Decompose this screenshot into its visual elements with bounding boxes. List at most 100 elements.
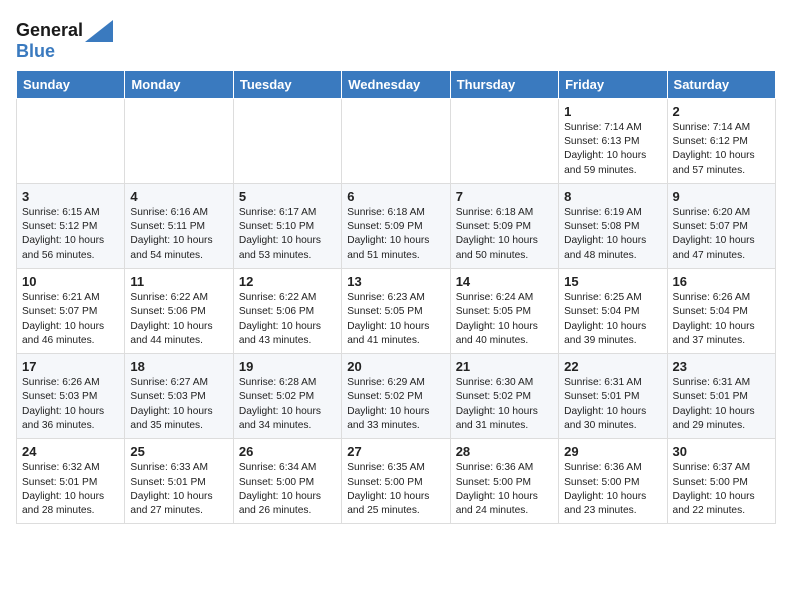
day-number: 7	[456, 189, 553, 204]
day-number: 1	[564, 104, 661, 119]
cell-content: Sunrise: 6:32 AM Sunset: 5:01 PM Dayligh…	[22, 461, 119, 518]
calendar-cell: 21Sunrise: 6:30 AM Sunset: 5:02 PM Dayli…	[450, 354, 558, 439]
cell-content: Sunrise: 6:33 AM Sunset: 5:01 PM Dayligh…	[130, 461, 227, 518]
cell-content: Sunrise: 7:14 AM Sunset: 6:13 PM Dayligh…	[564, 121, 661, 178]
day-number: 15	[564, 274, 661, 289]
cell-content: Sunrise: 6:36 AM Sunset: 5:00 PM Dayligh…	[456, 461, 553, 518]
cell-content: Sunrise: 6:27 AM Sunset: 5:03 PM Dayligh…	[130, 376, 227, 433]
calendar-cell: 16 Sunrise: 6:26 AM Sunset: 5:04 PM Dayli…	[667, 269, 775, 354]
calendar-cell: 22 Sunrise: 6:31 AM Sunset: 5:01 PM Dayli…	[559, 354, 667, 439]
cell-content: Sunrise: 6:15 AM Sunset: 5:12 PM Dayligh…	[22, 206, 119, 263]
calendar-cell: 10 Sunrise: 6:21 AM Sunset: 5:07 PM Dayli…	[17, 269, 125, 354]
calendar-week-4: 24 Sunrise: 6:32 AM Sunset: 5:01 PM Dayli…	[17, 439, 776, 524]
calendar-week-0: 1 Sunrise: 7:14 AM Sunset: 6:13 PM Daylig…	[17, 98, 776, 183]
day-number: 3	[22, 189, 119, 204]
cell-content: Sunrise: 6:30 AM Sunset: 5:02 PM Dayligh…	[456, 376, 553, 433]
calendar-cell: 26 Sunrise: 6:34 AM Sunset: 5:00 PM Dayli…	[233, 439, 341, 524]
calendar-cell: 5Sunrise: 6:17 AM Sunset: 5:10 PM Daylig…	[233, 183, 341, 268]
day-number: 11	[130, 274, 227, 289]
calendar-cell: 1 Sunrise: 7:14 AM Sunset: 6:13 PM Daylig…	[559, 98, 667, 183]
calendar-cell	[450, 98, 558, 183]
day-number: 12	[239, 274, 336, 289]
cell-content: Sunrise: 6:36 AM Sunset: 5:00 PM Dayligh…	[564, 461, 661, 518]
header-wednesday: Wednesday	[342, 70, 450, 98]
day-number: 20	[347, 359, 444, 374]
calendar-cell: 17 Sunrise: 6:26 AM Sunset: 5:03 PM Dayli…	[17, 354, 125, 439]
day-number: 28	[456, 444, 553, 459]
cell-content: Sunrise: 6:26 AM Sunset: 5:04 PM Dayligh…	[673, 291, 770, 348]
header-friday: Friday	[559, 70, 667, 98]
calendar-cell: 7 Sunrise: 6:18 AM Sunset: 5:09 PM Daylig…	[450, 183, 558, 268]
day-number: 17	[22, 359, 119, 374]
calendar-header-row: SundayMondayTuesdayWednesdayThursdayFrid…	[17, 70, 776, 98]
cell-content: Sunrise: 6:23 AM Sunset: 5:05 PM Dayligh…	[347, 291, 444, 348]
calendar-cell: 24 Sunrise: 6:32 AM Sunset: 5:01 PM Dayli…	[17, 439, 125, 524]
cell-content: Sunrise: 6:22 AM Sunset: 5:06 PM Dayligh…	[239, 291, 336, 348]
logo: General Blue	[16, 20, 113, 62]
day-number: 6	[347, 189, 444, 204]
calendar-cell: 30 Sunrise: 6:37 AM Sunset: 5:00 PM Dayli…	[667, 439, 775, 524]
day-number: 23	[673, 359, 770, 374]
calendar-cell	[125, 98, 233, 183]
header-thursday: Thursday	[450, 70, 558, 98]
day-number: 4	[130, 189, 227, 204]
cell-content: Sunrise: 6:37 AM Sunset: 5:00 PM Dayligh…	[673, 461, 770, 518]
cell-content: Sunrise: 6:31 AM Sunset: 5:01 PM Dayligh…	[564, 376, 661, 433]
cell-content: Sunrise: 6:16 AM Sunset: 5:11 PM Dayligh…	[130, 206, 227, 263]
day-number: 30	[673, 444, 770, 459]
day-number: 5	[239, 189, 336, 204]
day-number: 13	[347, 274, 444, 289]
day-number: 19	[239, 359, 336, 374]
calendar-cell: 13 Sunrise: 6:23 AM Sunset: 5:05 PM Dayli…	[342, 269, 450, 354]
calendar-cell	[233, 98, 341, 183]
calendar-cell: 23 Sunrise: 6:31 AM Sunset: 5:01 PM Dayli…	[667, 354, 775, 439]
logo-text: General	[16, 21, 83, 41]
calendar-cell: 2Sunrise: 7:14 AM Sunset: 6:12 PM Daylig…	[667, 98, 775, 183]
header-sunday: Sunday	[17, 70, 125, 98]
header-monday: Monday	[125, 70, 233, 98]
calendar-cell: 8Sunrise: 6:19 AM Sunset: 5:08 PM Daylig…	[559, 183, 667, 268]
page-header: General Blue	[16, 16, 776, 62]
day-number: 22	[564, 359, 661, 374]
calendar-cell: 25Sunrise: 6:33 AM Sunset: 5:01 PM Dayli…	[125, 439, 233, 524]
calendar-week-3: 17 Sunrise: 6:26 AM Sunset: 5:03 PM Dayli…	[17, 354, 776, 439]
day-number: 29	[564, 444, 661, 459]
calendar-cell: 27 Sunrise: 6:35 AM Sunset: 5:00 PM Dayli…	[342, 439, 450, 524]
day-number: 27	[347, 444, 444, 459]
cell-content: Sunrise: 6:21 AM Sunset: 5:07 PM Dayligh…	[22, 291, 119, 348]
day-number: 10	[22, 274, 119, 289]
day-number: 24	[22, 444, 119, 459]
header-saturday: Saturday	[667, 70, 775, 98]
cell-content: Sunrise: 6:28 AM Sunset: 5:02 PM Dayligh…	[239, 376, 336, 433]
logo-text-2: Blue	[16, 42, 113, 62]
calendar-cell: 6 Sunrise: 6:18 AM Sunset: 5:09 PM Daylig…	[342, 183, 450, 268]
cell-content: Sunrise: 6:25 AM Sunset: 5:04 PM Dayligh…	[564, 291, 661, 348]
cell-content: Sunrise: 6:18 AM Sunset: 5:09 PM Dayligh…	[347, 206, 444, 263]
cell-content: Sunrise: 6:34 AM Sunset: 5:00 PM Dayligh…	[239, 461, 336, 518]
calendar-week-2: 10 Sunrise: 6:21 AM Sunset: 5:07 PM Dayli…	[17, 269, 776, 354]
cell-content: Sunrise: 6:26 AM Sunset: 5:03 PM Dayligh…	[22, 376, 119, 433]
day-number: 18	[130, 359, 227, 374]
cell-content: Sunrise: 6:19 AM Sunset: 5:08 PM Dayligh…	[564, 206, 661, 263]
calendar-cell: 12 Sunrise: 6:22 AM Sunset: 5:06 PM Dayli…	[233, 269, 341, 354]
calendar-cell: 4 Sunrise: 6:16 AM Sunset: 5:11 PM Daylig…	[125, 183, 233, 268]
cell-content: Sunrise: 6:31 AM Sunset: 5:01 PM Dayligh…	[673, 376, 770, 433]
logo-icon	[85, 20, 113, 42]
calendar-cell: 3 Sunrise: 6:15 AM Sunset: 5:12 PM Daylig…	[17, 183, 125, 268]
calendar-cell: 29 Sunrise: 6:36 AM Sunset: 5:00 PM Dayli…	[559, 439, 667, 524]
calendar-week-1: 3 Sunrise: 6:15 AM Sunset: 5:12 PM Daylig…	[17, 183, 776, 268]
calendar-cell: 14Sunrise: 6:24 AM Sunset: 5:05 PM Dayli…	[450, 269, 558, 354]
day-number: 14	[456, 274, 553, 289]
cell-content: Sunrise: 6:18 AM Sunset: 5:09 PM Dayligh…	[456, 206, 553, 263]
cell-content: Sunrise: 6:35 AM Sunset: 5:00 PM Dayligh…	[347, 461, 444, 518]
calendar-cell: 19 Sunrise: 6:28 AM Sunset: 5:02 PM Dayli…	[233, 354, 341, 439]
day-number: 16	[673, 274, 770, 289]
day-number: 9	[673, 189, 770, 204]
day-number: 26	[239, 444, 336, 459]
calendar-table: SundayMondayTuesdayWednesdayThursdayFrid…	[16, 70, 776, 525]
cell-content: Sunrise: 6:29 AM Sunset: 5:02 PM Dayligh…	[347, 376, 444, 433]
header-tuesday: Tuesday	[233, 70, 341, 98]
calendar-cell: 20 Sunrise: 6:29 AM Sunset: 5:02 PM Dayli…	[342, 354, 450, 439]
calendar-cell	[17, 98, 125, 183]
calendar-cell: 11Sunrise: 6:22 AM Sunset: 5:06 PM Dayli…	[125, 269, 233, 354]
